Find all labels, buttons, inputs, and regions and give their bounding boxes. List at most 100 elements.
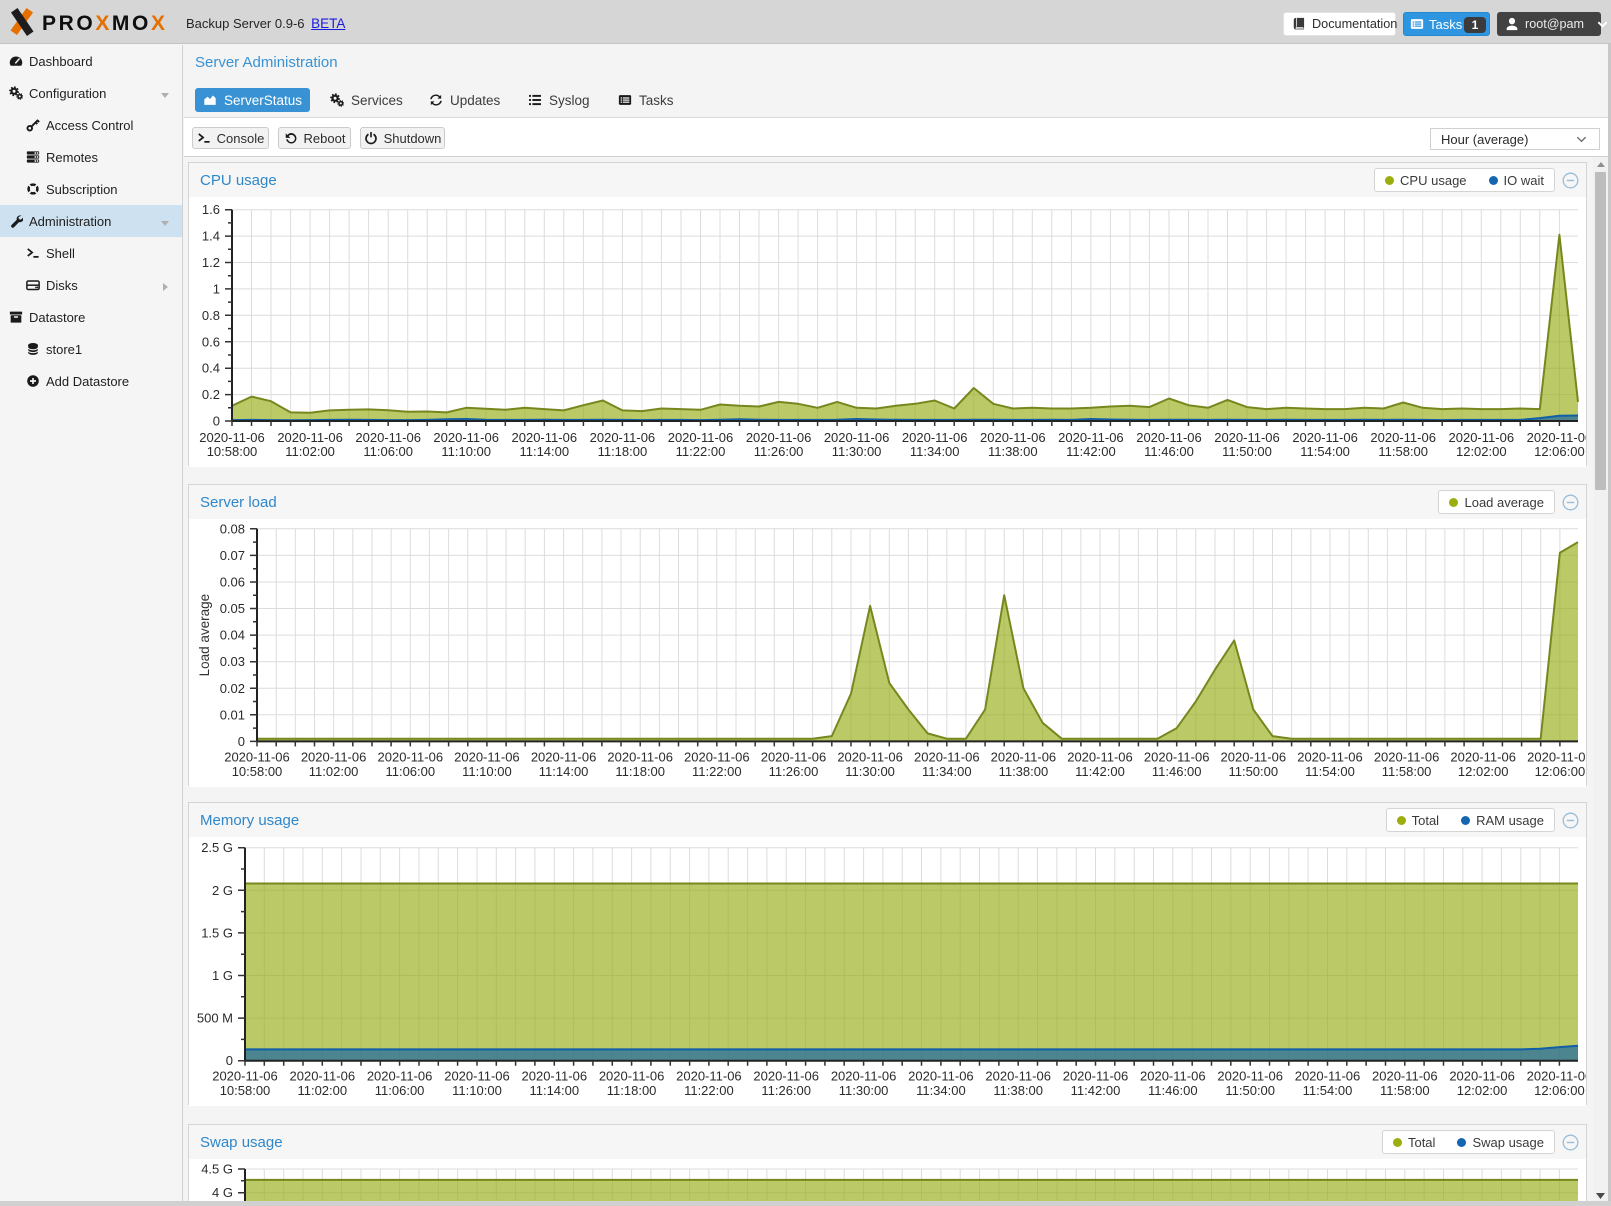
svg-text:11:10:00: 11:10:00	[452, 1083, 502, 1098]
svg-text:2020-11-06: 2020-11-06	[908, 1069, 974, 1084]
svg-text:11:02:00: 11:02:00	[285, 444, 335, 459]
svg-text:11:30:00: 11:30:00	[845, 764, 895, 779]
svg-text:11:58:00: 11:58:00	[1382, 764, 1432, 779]
svg-text:2020-11-06: 2020-11-06	[914, 750, 980, 765]
svg-text:2 G: 2 G	[212, 883, 233, 898]
svg-text:11:54:00: 11:54:00	[1300, 444, 1350, 459]
svg-text:2020-11-06: 2020-11-06	[444, 1069, 510, 1084]
svg-text:11:50:00: 11:50:00	[1228, 764, 1278, 779]
svg-text:2020-11-06: 2020-11-06	[367, 1069, 433, 1084]
svg-text:2020-11-06: 2020-11-06	[1067, 750, 1133, 765]
svg-text:11:18:00: 11:18:00	[598, 444, 648, 459]
svg-text:1.6: 1.6	[202, 202, 220, 217]
svg-text:2020-11-06: 2020-11-06	[607, 750, 673, 765]
svg-text:2020-11-06: 2020-11-06	[1527, 750, 1586, 765]
svg-text:11:02:00: 11:02:00	[309, 764, 359, 779]
svg-text:2020-11-06: 2020-11-06	[1449, 1069, 1515, 1084]
svg-text:4 G: 4 G	[212, 1185, 233, 1200]
svg-text:2020-11-06: 2020-11-06	[1058, 430, 1124, 445]
svg-text:4.5 G: 4.5 G	[201, 1162, 233, 1177]
svg-text:11:38:00: 11:38:00	[988, 444, 1038, 459]
svg-text:11:34:00: 11:34:00	[910, 444, 960, 459]
svg-text:2020-11-06: 2020-11-06	[1527, 430, 1586, 445]
svg-text:2020-11-06: 2020-11-06	[1214, 430, 1280, 445]
svg-text:11:22:00: 11:22:00	[676, 444, 726, 459]
svg-text:11:22:00: 11:22:00	[684, 1083, 734, 1098]
svg-text:2020-11-06: 2020-11-06	[746, 430, 812, 445]
svg-text:11:34:00: 11:34:00	[916, 1083, 966, 1098]
svg-text:0.8: 0.8	[202, 308, 220, 323]
svg-text:11:58:00: 11:58:00	[1378, 444, 1428, 459]
svg-text:11:26:00: 11:26:00	[761, 1083, 811, 1098]
svg-text:2020-11-06: 2020-11-06	[277, 430, 343, 445]
svg-text:12:02:00: 12:02:00	[1458, 764, 1509, 779]
svg-text:11:42:00: 11:42:00	[1066, 444, 1116, 459]
svg-text:0: 0	[238, 734, 245, 749]
svg-text:2020-11-06: 2020-11-06	[454, 750, 520, 765]
svg-text:0.05: 0.05	[220, 601, 245, 616]
svg-text:11:46:00: 11:46:00	[1144, 444, 1194, 459]
svg-text:2020-11-06: 2020-11-06	[991, 750, 1057, 765]
svg-text:11:06:00: 11:06:00	[375, 1083, 425, 1098]
svg-text:0.03: 0.03	[220, 654, 245, 669]
svg-text:2020-11-06: 2020-11-06	[290, 1069, 356, 1084]
svg-text:0.02: 0.02	[220, 681, 245, 696]
svg-text:12:02:00: 12:02:00	[1456, 444, 1507, 459]
svg-text:2020-11-06: 2020-11-06	[1063, 1069, 1129, 1084]
svg-text:11:50:00: 11:50:00	[1225, 1083, 1275, 1098]
svg-text:2020-11-06: 2020-11-06	[1449, 430, 1515, 445]
svg-text:2020-11-06: 2020-11-06	[824, 430, 890, 445]
svg-text:12:02:00: 12:02:00	[1457, 1083, 1508, 1098]
svg-text:2020-11-06: 2020-11-06	[355, 430, 421, 445]
svg-text:10:58:00: 10:58:00	[220, 1083, 271, 1098]
svg-text:2020-11-06: 2020-11-06	[590, 430, 656, 445]
svg-text:2020-11-06: 2020-11-06	[301, 750, 367, 765]
svg-text:500 M: 500 M	[197, 1011, 233, 1026]
svg-text:0: 0	[226, 1053, 233, 1068]
svg-text:0.08: 0.08	[220, 521, 245, 536]
svg-text:2020-11-06: 2020-11-06	[1144, 750, 1210, 765]
svg-text:0.2: 0.2	[202, 387, 220, 402]
svg-text:11:10:00: 11:10:00	[441, 444, 491, 459]
svg-text:2020-11-06: 2020-11-06	[668, 430, 734, 445]
svg-text:2020-11-06: 2020-11-06	[1374, 750, 1440, 765]
svg-text:2020-11-06: 2020-11-06	[1527, 1069, 1586, 1084]
svg-text:0.4: 0.4	[202, 361, 220, 376]
svg-text:11:54:00: 11:54:00	[1305, 764, 1355, 779]
svg-text:10:58:00: 10:58:00	[207, 444, 258, 459]
svg-text:11:34:00: 11:34:00	[922, 764, 972, 779]
svg-text:2020-11-06: 2020-11-06	[1450, 750, 1516, 765]
svg-text:11:30:00: 11:30:00	[832, 444, 882, 459]
svg-text:11:18:00: 11:18:00	[607, 1083, 657, 1098]
svg-text:2020-11-06: 2020-11-06	[1217, 1069, 1283, 1084]
svg-text:2020-11-06: 2020-11-06	[902, 430, 968, 445]
svg-text:1.5 G: 1.5 G	[201, 925, 233, 940]
svg-text:11:26:00: 11:26:00	[754, 444, 804, 459]
svg-text:2020-11-06: 2020-11-06	[378, 750, 444, 765]
svg-text:2020-11-06: 2020-11-06	[212, 1069, 278, 1084]
svg-text:2020-11-06: 2020-11-06	[531, 750, 597, 765]
svg-text:11:54:00: 11:54:00	[1303, 1083, 1353, 1098]
svg-text:2020-11-06: 2020-11-06	[1292, 430, 1358, 445]
svg-text:11:18:00: 11:18:00	[615, 764, 665, 779]
svg-text:11:06:00: 11:06:00	[385, 764, 435, 779]
svg-text:1.2: 1.2	[202, 255, 220, 270]
svg-text:2020-11-06: 2020-11-06	[1295, 1069, 1361, 1084]
svg-text:11:58:00: 11:58:00	[1380, 1083, 1430, 1098]
svg-text:11:38:00: 11:38:00	[993, 1083, 1043, 1098]
svg-text:2020-11-06: 2020-11-06	[980, 430, 1046, 445]
svg-text:1 G: 1 G	[212, 968, 233, 983]
svg-text:11:30:00: 11:30:00	[839, 1083, 889, 1098]
svg-text:11:38:00: 11:38:00	[999, 764, 1049, 779]
svg-text:2020-11-06: 2020-11-06	[1136, 430, 1202, 445]
svg-text:2020-11-06: 2020-11-06	[753, 1069, 819, 1084]
svg-text:2020-11-06: 2020-11-06	[684, 750, 750, 765]
svg-text:12:06:00: 12:06:00	[1534, 1083, 1585, 1098]
svg-text:11:26:00: 11:26:00	[769, 764, 819, 779]
svg-text:0.06: 0.06	[220, 575, 245, 590]
svg-text:0.04: 0.04	[220, 628, 245, 643]
svg-text:1.4: 1.4	[202, 229, 220, 244]
svg-text:11:42:00: 11:42:00	[1075, 764, 1125, 779]
svg-text:2020-11-06: 2020-11-06	[837, 750, 903, 765]
svg-text:2020-11-06: 2020-11-06	[224, 750, 290, 765]
